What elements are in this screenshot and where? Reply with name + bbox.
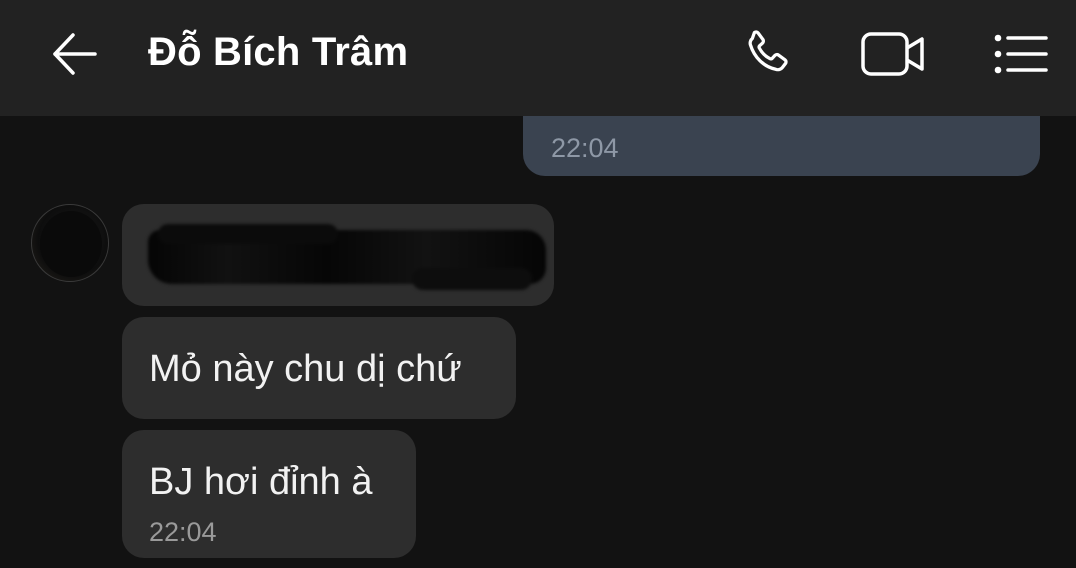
- video-camera-icon: [861, 32, 924, 76]
- chat-screen: Đỗ Bích Trâm 22:04 Mỏ này chu dị chứ BJ …: [0, 0, 1076, 568]
- list-menu-icon: [994, 34, 1048, 74]
- voice-call-button[interactable]: [732, 22, 802, 86]
- video-call-button[interactable]: [858, 22, 928, 86]
- redacted-text: [148, 224, 546, 290]
- phone-icon: [748, 30, 788, 72]
- incoming-message-bubble[interactable]: [122, 204, 554, 306]
- arrow-left-icon: [53, 33, 97, 75]
- contact-avatar[interactable]: [31, 204, 109, 282]
- chat-options-button[interactable]: [986, 22, 1056, 86]
- incoming-message-bubble[interactable]: BJ hơi đỉnh à 22:04: [122, 430, 416, 558]
- avatar-image: [40, 211, 102, 277]
- message-text: Mỏ này chu dị chứ: [149, 348, 462, 390]
- message-time: 22:04: [149, 517, 217, 547]
- message-time: 22:04: [551, 133, 619, 163]
- message-text: BJ hơi đỉnh à: [149, 461, 373, 503]
- contact-name[interactable]: Đỗ Bích Trâm: [148, 30, 408, 75]
- chat-header: Đỗ Bích Trâm: [0, 0, 1076, 116]
- incoming-message-bubble[interactable]: Mỏ này chu dị chứ: [122, 317, 516, 419]
- back-button[interactable]: [44, 24, 104, 84]
